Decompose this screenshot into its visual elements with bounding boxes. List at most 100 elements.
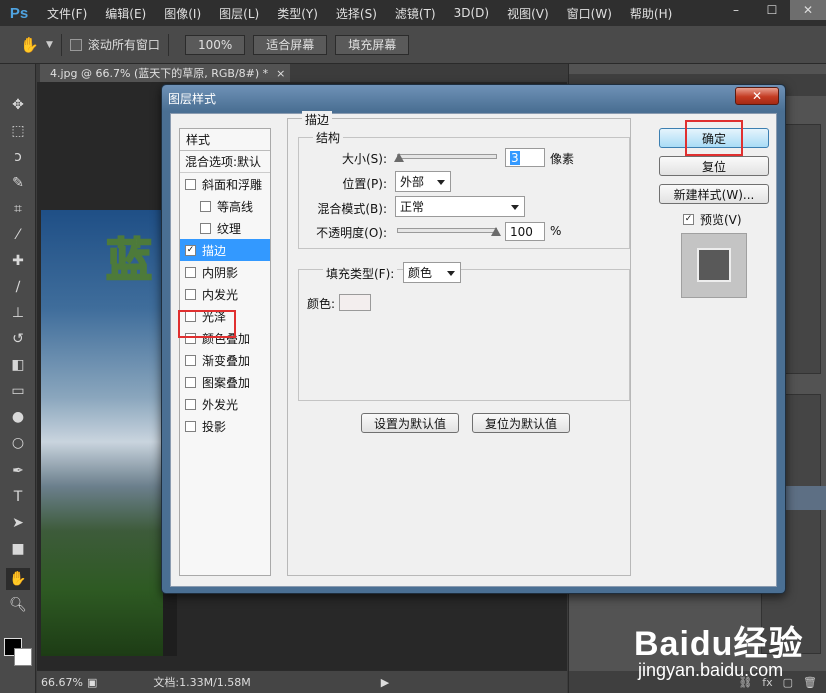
- opacity-slider[interactable]: [397, 227, 501, 236]
- clone-stamp-tool-icon[interactable]: ⊥: [6, 302, 30, 324]
- preview-checkbox[interactable]: ✓: [683, 214, 694, 225]
- menu-file[interactable]: 文件(F): [38, 5, 96, 22]
- tool-preset-dropdown-icon[interactable]: ▼: [46, 40, 53, 50]
- minimize-button[interactable]: –: [718, 0, 754, 20]
- zoom-level[interactable]: 66.67%: [37, 676, 87, 689]
- size-slider[interactable]: [394, 153, 497, 162]
- menu-type[interactable]: 类型(Y): [268, 5, 327, 22]
- stroke-color-swatch[interactable]: [339, 294, 371, 311]
- close-app-button[interactable]: ✕: [790, 0, 826, 20]
- style-item-checkbox[interactable]: [185, 354, 196, 366]
- color-swatches[interactable]: [4, 638, 36, 670]
- menu-3d[interactable]: 3D(D): [445, 6, 498, 20]
- style-item-checkbox[interactable]: [185, 288, 196, 300]
- fill-screen-button[interactable]: 填充屏幕: [335, 34, 410, 55]
- style-item-checkbox[interactable]: [185, 398, 196, 410]
- divider: [167, 33, 169, 56]
- fill-type-value: 颜色: [408, 266, 433, 280]
- size-slider-thumb[interactable]: [394, 153, 405, 162]
- fill-type-select[interactable]: 颜色: [403, 262, 461, 283]
- background-color-swatch[interactable]: [14, 648, 32, 666]
- shape-tool-icon[interactable]: ■: [6, 538, 30, 560]
- brush-tool-icon[interactable]: ∕: [6, 276, 30, 298]
- hand-tool-icon[interactable]: ✋: [20, 36, 44, 54]
- move-tool-icon[interactable]: ✥: [6, 94, 30, 116]
- position-select[interactable]: 外部: [395, 171, 451, 192]
- document-tab[interactable]: 4.jpg @ 66.7% (蓝天下的草原, RGB/8#) * ×: [40, 64, 290, 82]
- opacity-value: 100: [510, 224, 533, 239]
- style-preview-swatch: [697, 248, 731, 282]
- style-item-checkbox[interactable]: [185, 420, 196, 432]
- style-item[interactable]: 内阴影: [180, 261, 270, 283]
- style-item-checkbox[interactable]: [185, 178, 196, 190]
- opacity-input[interactable]: 100: [505, 222, 545, 241]
- structure-title: 结构: [313, 129, 344, 146]
- close-document-icon[interactable]: ×: [276, 67, 285, 80]
- path-select-tool-icon[interactable]: ➤: [6, 512, 30, 534]
- hand-tool-button-icon[interactable]: ✋: [6, 568, 30, 590]
- style-item[interactable]: 纹理: [180, 217, 270, 239]
- scroll-all-checkbox[interactable]: [69, 38, 82, 51]
- style-item[interactable]: 内发光: [180, 283, 270, 305]
- style-item-label: 描边: [202, 243, 227, 258]
- style-item[interactable]: 投影: [180, 415, 270, 437]
- healing-brush-tool-icon[interactable]: ✚: [6, 250, 30, 272]
- scroll-all-label: 滚动所有窗口: [87, 38, 160, 52]
- status-menu-arrow-icon[interactable]: ▶: [381, 676, 389, 689]
- style-item-checkbox[interactable]: ✓: [185, 244, 196, 256]
- set-default-button[interactable]: 设置为默认值: [361, 413, 459, 433]
- style-item-label: 投影: [202, 419, 227, 434]
- blend-options-item[interactable]: 混合选项:默认: [180, 151, 270, 173]
- style-item[interactable]: 等高线: [180, 195, 270, 217]
- marquee-tool-icon[interactable]: ⬚: [6, 120, 30, 142]
- position-label: 位置(P):: [342, 177, 387, 191]
- lasso-tool-icon[interactable]: ↄ: [6, 146, 30, 168]
- menu-view[interactable]: 视图(V): [498, 5, 558, 22]
- history-brush-tool-icon[interactable]: ↺: [6, 328, 30, 350]
- type-tool-icon[interactable]: T: [6, 486, 30, 508]
- blend-mode-select[interactable]: 正常: [395, 196, 525, 217]
- eyedropper-tool-icon[interactable]: ⁄: [6, 224, 30, 246]
- pen-tool-icon[interactable]: ✒: [6, 460, 30, 482]
- reset-button[interactable]: 复位: [659, 156, 769, 176]
- preview-toggle[interactable]: ✓ 预览(V): [683, 211, 742, 228]
- style-item-checkbox[interactable]: [185, 266, 196, 278]
- style-item[interactable]: ✓ 描边: [180, 239, 270, 261]
- size-input[interactable]: 3: [505, 148, 545, 167]
- gradient-tool-icon[interactable]: ▭: [6, 380, 30, 402]
- eraser-tool-icon[interactable]: ◧: [6, 354, 30, 376]
- style-item-checkbox[interactable]: [185, 376, 196, 388]
- style-item-checkbox[interactable]: [200, 222, 211, 234]
- menu-window[interactable]: 窗口(W): [558, 5, 621, 22]
- dialog-close-button[interactable]: ✕: [735, 87, 779, 105]
- chevron-down-icon: [447, 271, 455, 276]
- menu-layer[interactable]: 图层(L): [210, 5, 268, 22]
- opacity-slider-thumb[interactable]: [491, 227, 501, 236]
- highlight-stroke-item: [178, 310, 236, 338]
- quick-select-tool-icon[interactable]: ✎: [6, 172, 30, 194]
- styles-header[interactable]: 样式: [180, 129, 270, 151]
- zoom-100-button[interactable]: 100%: [184, 34, 246, 55]
- blur-tool-icon[interactable]: ●: [6, 406, 30, 428]
- menu-help[interactable]: 帮助(H): [621, 5, 681, 22]
- style-item[interactable]: 斜面和浮雕: [180, 173, 270, 195]
- menu-image[interactable]: 图像(I): [155, 5, 210, 22]
- style-item-checkbox[interactable]: [200, 200, 211, 212]
- dodge-tool-icon[interactable]: ○: [6, 432, 30, 454]
- zoom-tool-icon[interactable]: 🔍︎: [6, 594, 30, 616]
- menu-filter[interactable]: 滤镜(T): [386, 5, 445, 22]
- dialog-titlebar[interactable]: 图层样式 ✕: [162, 85, 785, 111]
- fit-screen-button[interactable]: 适合屏幕: [253, 34, 328, 55]
- reset-default-button[interactable]: 复位为默认值: [472, 413, 570, 433]
- photoshop-logo: Ps: [9, 4, 29, 22]
- style-item[interactable]: 渐变叠加: [180, 349, 270, 371]
- maximize-button[interactable]: ☐: [754, 0, 790, 20]
- menu-edit[interactable]: 编辑(E): [96, 5, 155, 22]
- style-item[interactable]: 图案叠加: [180, 371, 270, 393]
- crop-tool-icon[interactable]: ⌗: [6, 198, 30, 220]
- stroke-settings-panel: 描边 结构 大小(S): 3 像素 位置(P): 外部 混合模式(B): 正常 …: [287, 111, 631, 576]
- style-item[interactable]: 外发光: [180, 393, 270, 415]
- new-style-button[interactable]: 新建样式(W)...: [659, 184, 769, 204]
- style-item-label: 纹理: [217, 221, 242, 236]
- menu-select[interactable]: 选择(S): [327, 5, 386, 22]
